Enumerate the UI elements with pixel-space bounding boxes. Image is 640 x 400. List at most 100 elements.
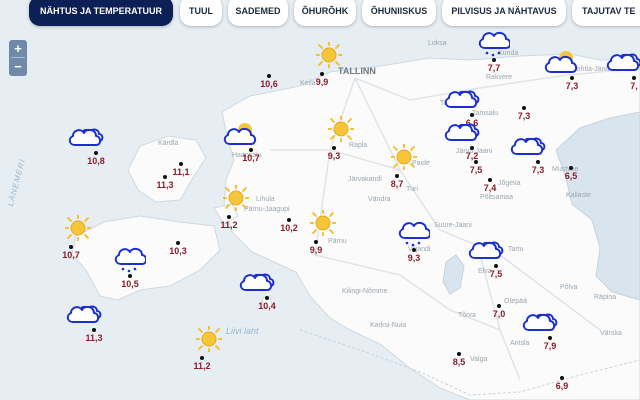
station-dot — [570, 76, 574, 80]
station-marker[interactable]: 6,5 — [565, 166, 577, 181]
station-marker[interactable]: 9,3 — [326, 114, 356, 161]
tab-sademed[interactable]: SADEMED — [228, 0, 288, 26]
place-antsla: Antsla — [510, 340, 530, 347]
station-marker[interactable]: 7,3 — [510, 137, 546, 175]
station-marker[interactable]: 11,2 — [220, 183, 251, 230]
station-marker[interactable]: 7,7 — [478, 31, 512, 73]
temperature-label: 10,5 — [121, 279, 139, 289]
cloud-icon — [237, 270, 277, 299]
station-dot — [267, 74, 271, 78]
station-dot — [200, 356, 204, 360]
station-marker[interactable]: 7,0 — [493, 304, 505, 319]
station-dot — [94, 151, 98, 155]
sun-icon — [194, 324, 224, 357]
zoom-out-button[interactable]: − — [9, 58, 27, 75]
place-otepaa: Otepää — [504, 298, 527, 305]
place-polva: Põlva — [560, 284, 578, 291]
cloud-icon — [508, 134, 548, 163]
sun-icon — [314, 40, 344, 73]
tab-tajutav-temperatuur[interactable]: TAJUTAV TE — [572, 0, 640, 26]
station-marker[interactable]: 7,3 — [518, 106, 530, 121]
station-dot — [179, 162, 183, 166]
temperature-label: 7,2 — [465, 151, 479, 161]
station-marker[interactable]: 8,5 — [453, 352, 465, 367]
station-marker[interactable]: 9,9 — [314, 40, 344, 87]
station-marker[interactable]: 10,2 — [280, 218, 298, 233]
station-marker[interactable]: 11,1 — [172, 162, 190, 177]
station-marker[interactable]: 10,7 — [62, 213, 93, 260]
station-marker[interactable]: 10,5 — [114, 247, 148, 289]
station-dot — [163, 175, 167, 179]
temperature-label: 7,7 — [487, 63, 501, 73]
station-dot — [470, 146, 474, 150]
place-kallaste: Kallaste — [566, 192, 591, 199]
station-marker[interactable]: 9,3 — [398, 221, 432, 263]
station-marker[interactable]: 10,4 — [239, 273, 276, 311]
station-marker[interactable]: 6,9 — [556, 376, 568, 391]
tab-ohurohk[interactable]: ÕHURÕHK — [294, 0, 356, 26]
station-marker[interactable]: 6,6 — [444, 90, 480, 128]
zoom-control: + − — [9, 40, 27, 76]
sun-icon — [308, 208, 338, 241]
temperature-label: 10,6 — [260, 79, 278, 89]
place-rakvere: Rakvere — [486, 74, 513, 81]
station-marker[interactable]: 10,6 — [260, 74, 278, 89]
place-rapina: Räpina — [594, 294, 617, 301]
station-marker[interactable]: 10,8 — [68, 128, 105, 166]
tab-tuul[interactable]: TUUL — [180, 0, 222, 26]
temperature-label: 8,5 — [452, 357, 466, 367]
temperature-label: 11,3 — [85, 333, 103, 343]
place-suure-jaani: Suure-Jaani — [434, 222, 472, 229]
station-dot — [287, 218, 291, 222]
place-tartu: Tartu — [508, 246, 524, 253]
station-marker[interactable]: 7,9 — [522, 313, 558, 351]
temperature-label: 11,2 — [193, 361, 211, 371]
sea-label-liivi-laht: Liivi laht — [226, 326, 259, 336]
station-marker[interactable]: 7,3 — [544, 51, 578, 91]
station-marker[interactable]: 9,9 — [308, 208, 338, 255]
station-marker[interactable]: 11,3 — [156, 175, 174, 190]
station-dot — [569, 166, 573, 170]
place-kardla: Kärdla — [158, 140, 179, 147]
tab-pilvisus-ja-nahtavus[interactable]: PILVISUS JA NÄHTAVUS — [442, 0, 566, 26]
cloud-icon — [442, 87, 482, 116]
temperature-label: 6,5 — [564, 171, 578, 181]
place-poltsamaa: Põltsamaa — [480, 194, 514, 201]
sun-icon — [221, 183, 251, 216]
station-marker[interactable]: 7, — [606, 53, 640, 91]
temperature-label: 7,5 — [469, 165, 483, 175]
station-marker[interactable]: 8,7 — [389, 142, 419, 189]
temperature-label: 10,7 — [242, 153, 260, 163]
station-marker[interactable]: 7,2 — [444, 123, 480, 161]
place-parnu-jaagupi: Pärnu-Jaagupi — [244, 206, 290, 213]
station-dot — [497, 304, 501, 308]
station-marker[interactable]: 7,5 — [470, 160, 482, 175]
tab-nahtus-ja-temperatuur[interactable]: NÄHTUS JA TEMPERATUUR — [29, 0, 173, 26]
station-marker[interactable]: 11,3 — [66, 305, 103, 343]
sun-icon — [63, 213, 93, 246]
temperature-label: 7,3 — [565, 81, 579, 91]
station-dot — [474, 160, 478, 164]
station-dot — [522, 106, 526, 110]
station-dot — [128, 274, 132, 278]
sun-icon — [326, 114, 356, 147]
temperature-label: 9,3 — [407, 253, 421, 263]
place-varska: Värska — [600, 330, 622, 337]
station-dot — [536, 160, 540, 164]
station-marker[interactable]: 7,5 — [468, 241, 504, 279]
place-torva: Tõrva — [458, 312, 476, 319]
station-dot — [69, 245, 73, 249]
tab-ohuniiskus[interactable]: ÕHUNIISKUS — [362, 0, 436, 26]
weather-map[interactable]: Liivi laht LÄNEMERI TALLINN Rakvere Kund… — [0, 0, 640, 400]
station-dot — [395, 174, 399, 178]
station-marker[interactable]: 7,4 — [484, 178, 496, 193]
cloud-icon — [64, 302, 104, 331]
station-dot — [227, 215, 231, 219]
station-marker[interactable]: 10,3 — [169, 241, 187, 256]
zoom-in-button[interactable]: + — [9, 40, 27, 57]
station-marker[interactable]: 10,7 — [223, 123, 260, 163]
station-dot — [492, 58, 496, 62]
sun-icon — [389, 142, 419, 175]
temperature-label: 9,3 — [327, 151, 341, 161]
station-marker[interactable]: 11,2 — [193, 324, 224, 371]
